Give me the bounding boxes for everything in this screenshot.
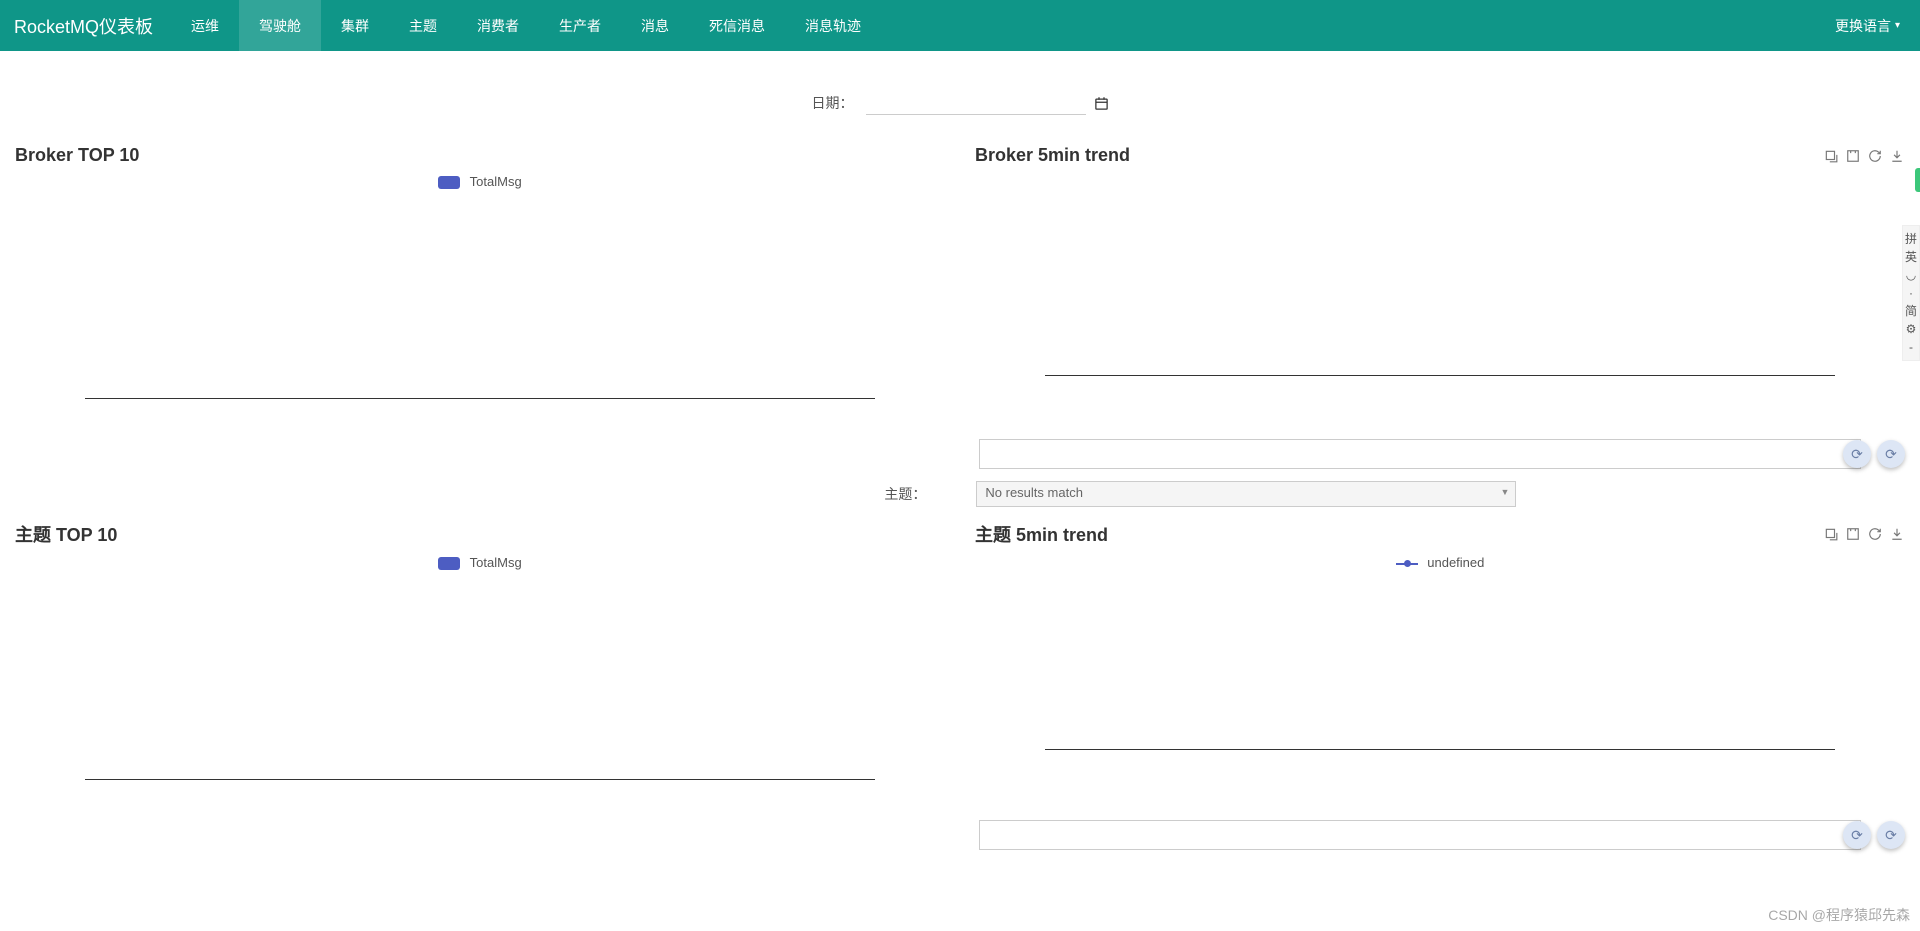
- language-label: 更换语言: [1835, 16, 1891, 36]
- content: 日期： Broker TOP 10 TotalMsg Broker 5min t…: [0, 51, 1920, 858]
- broker-top10-legend[interactable]: TotalMsg: [15, 174, 945, 189]
- download-icon[interactable]: [1889, 526, 1905, 542]
- broker-top10-chart: [85, 199, 875, 399]
- topic-filter-label: 主题：: [884, 484, 926, 504]
- charts-row-1: Broker TOP 10 TotalMsg Broker 5min trend: [15, 145, 1905, 409]
- calendar-icon[interactable]: [1094, 96, 1109, 111]
- ime-sidebar[interactable]: 拼 英 ◡ · 简 ⚙ -: [1902, 225, 1920, 361]
- legend-swatch-icon: [438, 176, 460, 189]
- legend-swatch-icon: [438, 557, 460, 570]
- bottom-knob-left[interactable]: ⟳: [1843, 821, 1871, 849]
- topic-trend-title: 主题 5min trend: [975, 521, 1108, 547]
- topic-trend-legend-label: undefined: [1427, 555, 1484, 570]
- zoom-reset-icon[interactable]: [1845, 526, 1861, 542]
- nav-item-topic[interactable]: 主题: [389, 0, 457, 51]
- broker-top10-title: Broker TOP 10: [15, 145, 139, 166]
- broker-trend-card: Broker 5min trend: [975, 145, 1905, 409]
- broker-top10-card: Broker TOP 10 TotalMsg: [15, 145, 945, 409]
- refresh-icon[interactable]: [1867, 526, 1883, 542]
- broker-trend-chart: [1045, 176, 1835, 376]
- date-input[interactable]: [866, 91, 1086, 115]
- topic-top10-legend-label: TotalMsg: [470, 555, 522, 570]
- broker-trend-title: Broker 5min trend: [975, 145, 1130, 166]
- bottom-knob-right[interactable]: ⟳: [1877, 821, 1905, 849]
- ime-item[interactable]: ⚙: [1905, 320, 1917, 338]
- topic-search-input[interactable]: [979, 439, 1861, 469]
- topic-top10-title: 主题 TOP 10: [15, 521, 117, 547]
- broker-trend-toolbox: [1823, 148, 1905, 164]
- topic-top10-legend[interactable]: TotalMsg: [15, 555, 945, 570]
- charts-row-2: 主题 TOP 10 TotalMsg 主题 5min trend und: [15, 521, 1905, 790]
- zoom-icon[interactable]: [1823, 526, 1839, 542]
- ime-item[interactable]: 拼: [1905, 230, 1917, 248]
- nav-item-trace[interactable]: 消息轨迹: [785, 0, 881, 51]
- scroll-indicator: [1915, 168, 1920, 192]
- date-row: 日期：: [15, 71, 1905, 145]
- ime-item[interactable]: ◡: [1905, 266, 1917, 284]
- caret-down-icon: ▾: [1895, 20, 1900, 31]
- date-input-wrap: [866, 91, 1109, 115]
- nav-item-message[interactable]: 消息: [621, 0, 689, 51]
- watermark: CSDN @程序猿邱先森: [1768, 905, 1910, 925]
- search-knob-right[interactable]: ⟳: [1877, 440, 1905, 468]
- nav-item-ops[interactable]: 运维: [171, 0, 239, 51]
- date-label: 日期：: [812, 93, 854, 113]
- bottom-search-section: ⟳ ⟳: [15, 816, 1905, 858]
- nav-item-consumer[interactable]: 消费者: [457, 0, 539, 51]
- legend-line-icon: [1396, 563, 1418, 565]
- broker-top10-legend-label: TotalMsg: [470, 174, 522, 189]
- ime-item[interactable]: 简: [1905, 302, 1917, 320]
- search-knob-left[interactable]: ⟳: [1843, 440, 1871, 468]
- nav-item-dlq[interactable]: 死信消息: [689, 0, 785, 51]
- ime-item[interactable]: 英: [1905, 248, 1917, 266]
- ime-item[interactable]: ·: [1905, 284, 1917, 302]
- zoom-icon[interactable]: [1823, 148, 1839, 164]
- topic-trend-toolbox: [1823, 526, 1905, 542]
- download-icon[interactable]: [1889, 148, 1905, 164]
- topic-top10-chart: [85, 580, 875, 780]
- topic-trend-card: 主题 5min trend undefined: [975, 521, 1905, 790]
- topic-trend-legend[interactable]: undefined: [975, 555, 1905, 570]
- nav-item-cluster[interactable]: 集群: [321, 0, 389, 51]
- zoom-reset-icon[interactable]: [1845, 148, 1861, 164]
- nav-items: 运维 驾驶舱 集群 主题 消费者 生产者 消息 死信消息 消息轨迹: [171, 0, 881, 51]
- navbar: RocketMQ仪表板 运维 驾驶舱 集群 主题 消费者 生产者 消息 死信消息…: [0, 0, 1920, 51]
- topic-filter-section: ⟳ ⟳ 主题： No results match: [15, 435, 1905, 515]
- refresh-icon[interactable]: [1867, 148, 1883, 164]
- topic-select[interactable]: No results match: [976, 481, 1516, 507]
- brand-title: RocketMQ仪表板: [14, 13, 171, 39]
- topic-trend-chart: [1045, 580, 1835, 750]
- bottom-search-input[interactable]: [979, 820, 1861, 850]
- language-switch[interactable]: 更换语言 ▾: [1835, 0, 1900, 51]
- nav-item-producer[interactable]: 生产者: [539, 0, 621, 51]
- nav-item-dashboard[interactable]: 驾驶舱: [239, 0, 321, 51]
- topic-top10-card: 主题 TOP 10 TotalMsg: [15, 521, 945, 790]
- ime-item[interactable]: -: [1905, 338, 1917, 356]
